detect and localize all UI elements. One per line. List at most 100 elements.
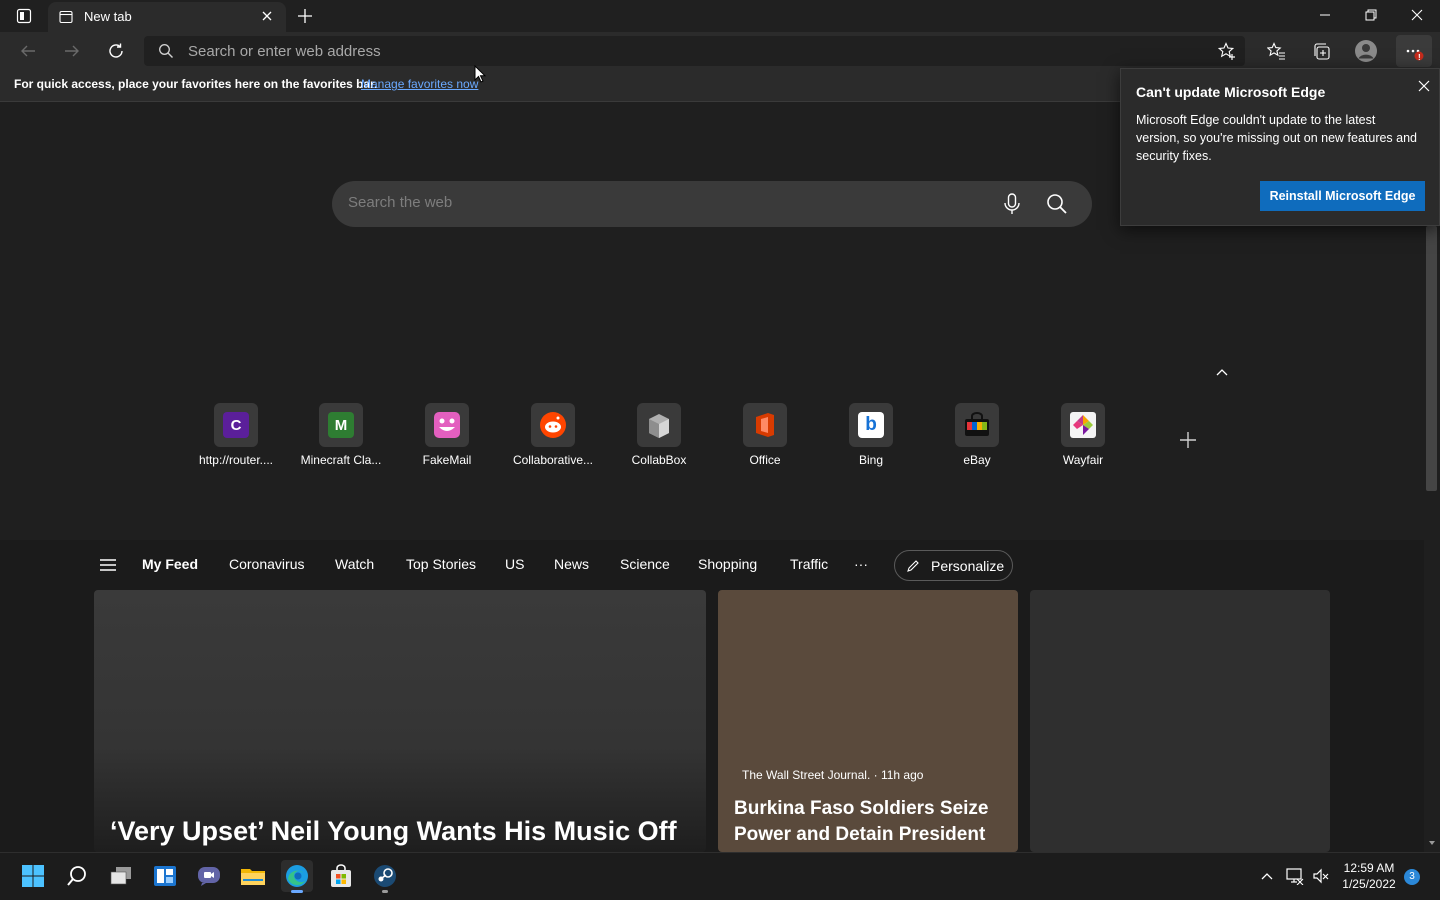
- feed-tab-traffic[interactable]: Traffic: [790, 556, 828, 572]
- news-card-headline: Burkina Faso Soldiers Seize Power and De…: [734, 798, 989, 845]
- collapse-chevron-icon[interactable]: [1214, 364, 1230, 380]
- scroll-down-icon[interactable]: [1427, 838, 1437, 848]
- quick-link-wayfair[interactable]: Wayfair: [1035, 403, 1131, 473]
- steam-icon[interactable]: [369, 860, 401, 893]
- feed-tab-science[interactable]: Science: [620, 556, 670, 572]
- tab-actions-icon[interactable]: [14, 7, 34, 25]
- task-view-icon[interactable]: [105, 860, 137, 892]
- show-hidden-icons-chevron[interactable]: [1260, 869, 1274, 883]
- feed-tab-top-stories[interactable]: Top Stories: [406, 556, 476, 572]
- reinstall-edge-button[interactable]: Reinstall Microsoft Edge: [1260, 181, 1425, 211]
- search-icon[interactable]: [1046, 193, 1068, 215]
- quick-link-label: Collaborative...: [512, 453, 594, 467]
- teams-chat-icon[interactable]: [193, 860, 225, 892]
- close-window-button[interactable]: [1394, 0, 1440, 30]
- wayfair-icon: [1070, 412, 1096, 438]
- scrollbar-thumb[interactable]: [1426, 226, 1437, 491]
- news-card-burkina-faso[interactable]: The Wall Street Journal. · 11h ago Burki…: [718, 590, 1018, 852]
- feed-tab-my-feed[interactable]: My Feed: [142, 556, 198, 572]
- refresh-button[interactable]: [100, 35, 132, 67]
- taskbar-search-icon[interactable]: [61, 860, 93, 892]
- toolbar: Search or enter web address !: [0, 32, 1440, 70]
- update-error-popup: Can't update Microsoft Edge Microsoft Ed…: [1120, 68, 1440, 226]
- settings-menu-button[interactable]: !: [1396, 35, 1432, 67]
- quick-link-label: Minecraft Cla...: [300, 453, 382, 467]
- tab-new-tab[interactable]: New tab: [48, 2, 286, 32]
- forward-button[interactable]: [56, 35, 88, 67]
- close-icon[interactable]: [1413, 75, 1435, 97]
- notification-badge[interactable]: 3: [1404, 869, 1420, 885]
- quick-link-label: CollabBox: [631, 453, 687, 467]
- quick-link-tile: C: [214, 403, 258, 447]
- page-icon: [59, 10, 73, 24]
- active-app-indicator: [291, 890, 303, 893]
- file-explorer-icon[interactable]: [237, 860, 269, 892]
- collabbox-icon: [649, 414, 669, 438]
- feed-more-button[interactable]: ···: [854, 556, 868, 572]
- pencil-icon: [906, 559, 920, 573]
- new-tab-button[interactable]: [296, 7, 314, 25]
- volume-muted-icon[interactable]: [1312, 867, 1330, 885]
- back-button[interactable]: [12, 35, 44, 67]
- add-favorite-icon[interactable]: [1218, 42, 1237, 61]
- news-card-headline: ‘Very Upset’ Neil Young Wants His Music …: [110, 816, 677, 846]
- quick-link-minecraft[interactable]: M Minecraft Cla...: [293, 403, 389, 473]
- quick-link-label: Wayfair: [1062, 453, 1104, 467]
- quick-link-label: Bing: [858, 453, 884, 467]
- address-input[interactable]: Search or enter web address: [188, 43, 381, 60]
- network-icon[interactable]: [1286, 867, 1304, 885]
- quick-link-tile: [425, 403, 469, 447]
- running-app-indicator: [382, 890, 388, 893]
- web-search-input[interactable]: Search the web: [348, 194, 452, 211]
- quick-link-ebay[interactable]: eBay: [929, 403, 1025, 473]
- minecraft-letter-icon: M: [328, 412, 354, 438]
- quick-link-router[interactable]: C http://router....: [188, 403, 284, 473]
- store-icon[interactable]: [325, 860, 357, 892]
- minimize-button[interactable]: [1302, 0, 1348, 30]
- collections-button[interactable]: [1305, 35, 1337, 67]
- quick-link-collabbox[interactable]: CollabBox: [611, 403, 707, 473]
- news-card-placeholder[interactable]: [1030, 590, 1330, 852]
- news-card-source: The Wall Street Journal. · 11h ago: [742, 768, 924, 782]
- feed-tab-us[interactable]: US: [505, 556, 524, 572]
- web-search-box[interactable]: Search the web: [332, 181, 1092, 227]
- profile-avatar[interactable]: [1350, 35, 1382, 67]
- quick-link-tile: b: [849, 403, 893, 447]
- address-bar[interactable]: Search or enter web address: [144, 36, 1245, 66]
- favorites-bar-message: For quick access, place your favorites h…: [14, 77, 378, 91]
- quick-link-fakemail[interactable]: FakeMail: [399, 403, 495, 473]
- clock-date[interactable]: 1/25/2022: [1340, 877, 1398, 891]
- popup-title: Can't update Microsoft Edge: [1136, 84, 1326, 100]
- quick-link-label: eBay: [963, 453, 991, 467]
- quick-link-tile: [637, 403, 681, 447]
- restore-button[interactable]: [1348, 0, 1394, 30]
- feed-tab-shopping[interactable]: Shopping: [698, 556, 757, 572]
- quick-link-label: Office: [749, 453, 781, 467]
- quick-link-collaborative[interactable]: Collaborative...: [505, 403, 601, 473]
- bing-icon: b: [858, 412, 884, 438]
- manage-favorites-link[interactable]: Manage favorites now: [361, 77, 478, 91]
- fakemail-icon: [434, 412, 460, 438]
- personalize-label: Personalize: [931, 558, 1005, 574]
- windows-start-icon[interactable]: [17, 860, 49, 892]
- office-icon: [756, 413, 774, 437]
- feed-tab-news[interactable]: News: [554, 556, 589, 572]
- quick-link-label: FakeMail: [422, 453, 472, 467]
- quick-link-tile: [743, 403, 787, 447]
- favorites-button[interactable]: [1260, 35, 1292, 67]
- feed-tab-coronavirus[interactable]: Coronavirus: [229, 556, 304, 572]
- quick-link-office[interactable]: Office: [717, 403, 813, 473]
- quick-link-label: http://router....: [198, 453, 274, 467]
- edge-taskbar-icon[interactable]: [281, 860, 313, 893]
- clock-time[interactable]: 12:59 AM: [1340, 861, 1398, 875]
- feed-menu-icon[interactable]: [98, 557, 118, 573]
- microphone-icon[interactable]: [1002, 193, 1022, 215]
- widgets-icon[interactable]: [149, 860, 181, 892]
- ebay-icon: [965, 412, 989, 436]
- add-quick-link-button[interactable]: [1178, 430, 1198, 450]
- news-card-neil-young[interactable]: ‘Very Upset’ Neil Young Wants His Music …: [94, 590, 706, 852]
- feed-tab-watch[interactable]: Watch: [335, 556, 374, 572]
- personalize-button[interactable]: Personalize: [894, 550, 1013, 581]
- close-tab-icon[interactable]: [261, 10, 273, 22]
- quick-link-bing[interactable]: b Bing: [823, 403, 919, 473]
